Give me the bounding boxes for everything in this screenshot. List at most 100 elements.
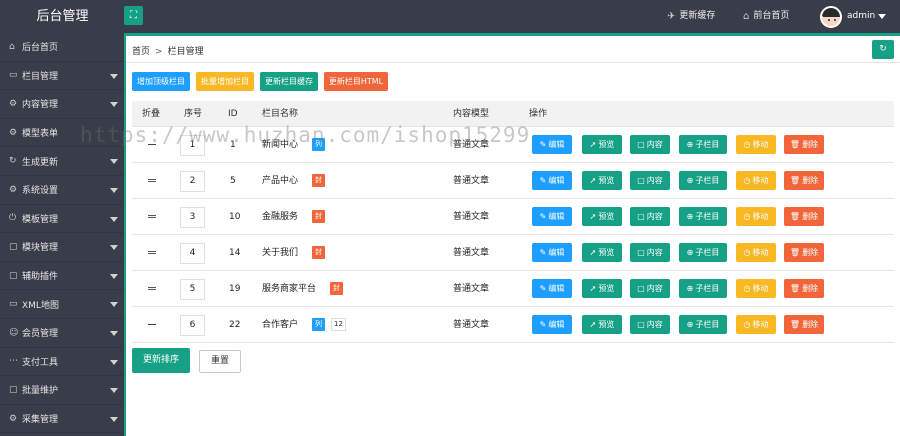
sidebar-item-model-form[interactable]: ⚙ 模型表单	[0, 119, 124, 148]
front-home-link[interactable]: ⌂ 前台首页	[743, 0, 789, 33]
delete-button[interactable]: 🗑 删除	[784, 135, 824, 154]
child-category-button[interactable]: ⊕ 子栏目	[679, 279, 727, 298]
child-category-button[interactable]: ⊕ 子栏目	[679, 243, 727, 262]
edit-button[interactable]: ✎ 编辑	[532, 135, 572, 154]
order-input[interactable]: 6	[180, 315, 205, 336]
edit-button[interactable]: ✎ 编辑	[532, 315, 572, 334]
edit-button[interactable]: ✎ 编辑	[532, 279, 572, 298]
rocket-icon: ✈	[667, 11, 676, 22]
preview-button[interactable]: ➚ 预览	[582, 279, 622, 298]
plus-circle-icon: ⊕	[686, 248, 694, 257]
order-input[interactable]: 4	[180, 243, 205, 264]
sidebar-item-plugins[interactable]: ▢ 辅助插件	[0, 262, 124, 291]
edit-button[interactable]: ✎ 编辑	[532, 243, 572, 262]
header-name: 栏目名称	[262, 109, 299, 119]
order-input[interactable]: 1	[180, 135, 205, 156]
row-model: 普通文章	[453, 176, 490, 186]
sidebar-item-home[interactable]: ⌂ 后台首页	[0, 33, 124, 62]
collapse-icon[interactable]	[148, 144, 156, 145]
preview-button[interactable]: ➚ 预览	[582, 135, 622, 154]
chevron-down-icon	[110, 302, 118, 308]
expand-icon[interactable]	[148, 251, 156, 254]
user-name[interactable]: admin	[847, 0, 875, 33]
child-category-button[interactable]: ⊕ 子栏目	[679, 171, 727, 190]
sidebar-item-collect[interactable]: ⚙ 采集管理	[0, 405, 124, 434]
order-input[interactable]: 3	[180, 207, 205, 228]
delete-button[interactable]: 🗑 删除	[784, 243, 824, 262]
content-button[interactable]: ▢ 内容	[630, 279, 670, 298]
sidebar-item-module[interactable]: ▢ 模块管理	[0, 233, 124, 262]
child-category-button[interactable]: ⊕ 子栏目	[679, 135, 727, 154]
row-id: 19	[229, 284, 241, 294]
edit-button[interactable]: ✎ 编辑	[532, 207, 572, 226]
sidebar-item-members[interactable]: ☺ 会员管理	[0, 319, 124, 348]
delete-button[interactable]: 🗑 删除	[784, 315, 824, 334]
expand-icon[interactable]	[148, 179, 156, 182]
home-icon: ⌂	[743, 11, 750, 22]
content-button[interactable]: ▢ 内容	[630, 207, 670, 226]
chevron-down-icon[interactable]	[878, 14, 886, 19]
move-button[interactable]: ◷ 移动	[736, 315, 776, 334]
row-id: 10	[229, 212, 241, 222]
cover-tag: 封	[312, 174, 325, 187]
order-input[interactable]: 5	[180, 279, 205, 300]
sidebar-item-generate[interactable]: ↻ 生成更新	[0, 147, 124, 176]
content-button[interactable]: ▢ 内容	[630, 171, 670, 190]
clock-icon: ◷	[743, 248, 751, 257]
preview-button[interactable]: ➚ 预览	[582, 243, 622, 262]
preview-button[interactable]: ➚ 预览	[582, 207, 622, 226]
reset-button[interactable]: 重置	[199, 350, 241, 373]
header-id: ID	[228, 109, 238, 119]
add-top-category-button[interactable]: 增加顶级栏目	[132, 72, 190, 91]
menu-toggle-icon[interactable]: ⛶	[124, 6, 143, 25]
content-button[interactable]: ▢ 内容	[630, 135, 670, 154]
content-button[interactable]: ▢ 内容	[630, 243, 670, 262]
preview-button[interactable]: ➚ 预览	[582, 171, 622, 190]
sidebar-item-payment[interactable]: ⋯ 支付工具	[0, 348, 124, 377]
batch-add-category-button[interactable]: 批量增加栏目	[196, 72, 254, 91]
send-icon: ➚	[589, 248, 597, 257]
move-button[interactable]: ◷ 移动	[736, 279, 776, 298]
expand-icon[interactable]	[148, 287, 156, 290]
sidebar-item-batch[interactable]: ▢ 批量维护	[0, 376, 124, 405]
avatar[interactable]	[820, 6, 842, 28]
pencil-icon: ✎	[539, 320, 547, 329]
collapse-icon[interactable]	[148, 324, 156, 325]
sidebar-item-content[interactable]: ⚙ 内容管理	[0, 90, 124, 119]
row-name: 金融服务	[262, 212, 299, 222]
delete-button[interactable]: 🗑 删除	[784, 171, 824, 190]
breadcrumb-home[interactable]: 首页	[132, 47, 150, 57]
header-actions: 操作	[529, 109, 548, 119]
preview-button[interactable]: ➚ 预览	[582, 315, 622, 334]
refresh-icon[interactable]: ↻	[872, 40, 894, 59]
order-input[interactable]: 2	[180, 171, 205, 192]
content-button[interactable]: ▢ 内容	[630, 315, 670, 334]
update-cache-link[interactable]: ✈ 更新缓存	[667, 0, 715, 33]
update-category-html-button[interactable]: 更新栏目HTML	[324, 72, 388, 91]
update-category-cache-button[interactable]: 更新栏目缓存	[260, 72, 318, 91]
chevron-down-icon	[110, 416, 118, 422]
sidebar-item-xml[interactable]: ▭ XML地图	[0, 290, 124, 319]
pencil-icon: ✎	[539, 140, 547, 149]
user-icon: ☺	[9, 327, 19, 338]
child-category-button[interactable]: ⊕ 子栏目	[679, 207, 727, 226]
delete-button[interactable]: 🗑 删除	[784, 279, 824, 298]
delete-button[interactable]: 🗑 删除	[784, 207, 824, 226]
move-button[interactable]: ◷ 移动	[736, 207, 776, 226]
update-sort-button[interactable]: 更新排序	[132, 348, 190, 373]
move-button[interactable]: ◷ 移动	[736, 171, 776, 190]
send-icon: ➚	[589, 284, 597, 293]
send-icon: ➚	[589, 176, 597, 185]
edit-button[interactable]: ✎ 编辑	[532, 171, 572, 190]
child-category-button[interactable]: ⊕ 子栏目	[679, 315, 727, 334]
move-button[interactable]: ◷ 移动	[736, 243, 776, 262]
sidebar-item-template[interactable]: ⏻ 模板管理	[0, 205, 124, 234]
row-model: 普通文章	[453, 284, 490, 294]
send-icon: ➚	[589, 140, 597, 149]
pencil-icon: ✎	[539, 176, 547, 185]
move-button[interactable]: ◷ 移动	[736, 135, 776, 154]
breadcrumb-current: 栏目管理	[167, 47, 204, 57]
expand-icon[interactable]	[148, 215, 156, 218]
sidebar-item-category[interactable]: ▭ 栏目管理	[0, 62, 124, 91]
sidebar-item-system[interactable]: ⚙ 系统设置	[0, 176, 124, 205]
